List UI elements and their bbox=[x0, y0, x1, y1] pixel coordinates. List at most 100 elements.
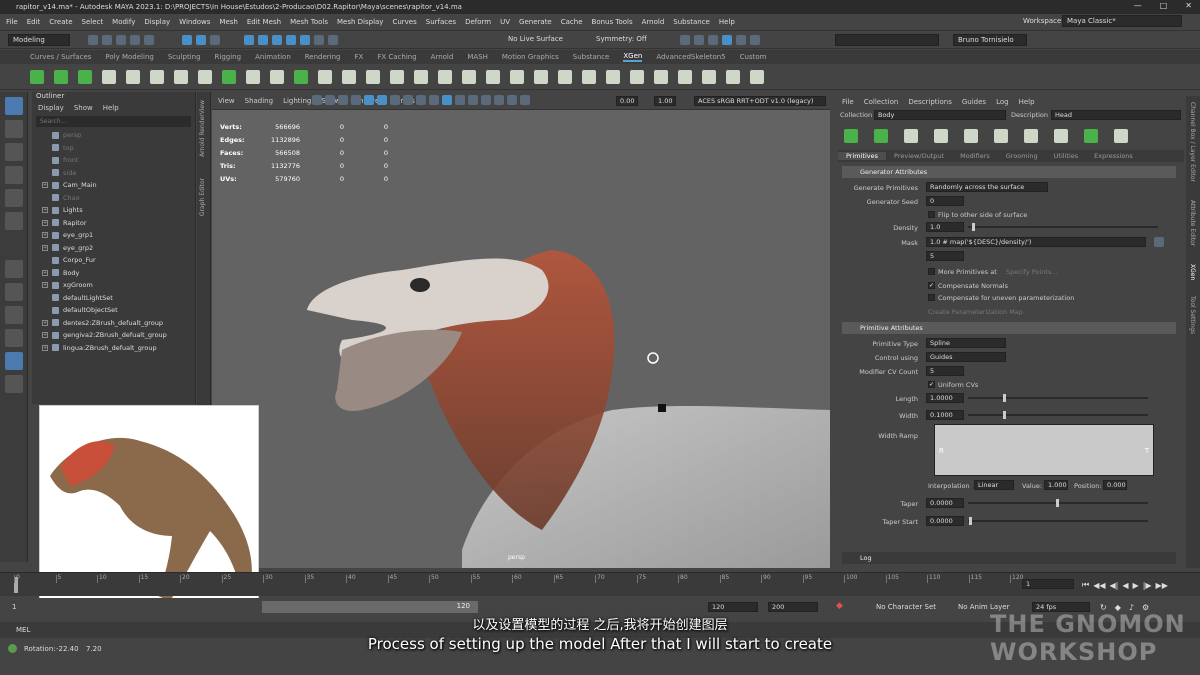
outliner-item[interactable]: top bbox=[32, 142, 195, 155]
outliner-item[interactable]: + lingua:ZBrush_defualt_group bbox=[32, 342, 195, 355]
step-forward-icon[interactable]: |▶ bbox=[1143, 581, 1152, 590]
textured-icon[interactable] bbox=[364, 95, 374, 105]
taper-start-slider[interactable] bbox=[968, 520, 1148, 522]
expand-icon[interactable]: + bbox=[42, 282, 48, 289]
outliner-item[interactable]: defaultLightSet bbox=[32, 292, 195, 305]
primitive-type-dropdown[interactable]: Spline bbox=[926, 338, 1006, 348]
search-icon[interactable] bbox=[5, 375, 23, 393]
menu-windows[interactable]: Windows bbox=[179, 18, 210, 26]
xgen-brush5-icon[interactable] bbox=[438, 69, 452, 84]
range-slider[interactable]: 120 bbox=[262, 601, 478, 613]
camera-icon[interactable] bbox=[312, 95, 322, 105]
minimize-icon[interactable]: — bbox=[1134, 1, 1142, 10]
xgen-interactive-groom-icon[interactable] bbox=[294, 69, 308, 84]
play-forward-icon[interactable]: ▶ bbox=[1133, 581, 1139, 590]
xgen-editor-icon[interactable] bbox=[30, 69, 44, 84]
symmetry-label[interactable]: Symmetry: Off bbox=[596, 35, 647, 43]
go-to-start-icon[interactable]: ⏮ bbox=[1082, 580, 1089, 590]
playback-end-field[interactable]: 120 bbox=[708, 602, 758, 612]
menu-mesh-display[interactable]: Mesh Display bbox=[337, 18, 383, 26]
xgen-guide-add-icon[interactable] bbox=[102, 69, 116, 84]
expand-icon[interactable]: + bbox=[42, 232, 48, 239]
undo-icon[interactable] bbox=[130, 35, 140, 45]
outliner-menu-help[interactable]: Help bbox=[103, 104, 119, 112]
xgen-tab-primitives[interactable]: Primitives bbox=[838, 152, 887, 160]
lock-icon[interactable] bbox=[314, 35, 324, 45]
pause-icon[interactable] bbox=[750, 35, 760, 45]
primitive-attributes-header[interactable]: Primitive Attributes bbox=[842, 322, 1176, 334]
command-search-field[interactable] bbox=[835, 34, 939, 46]
width-slider-handle[interactable] bbox=[1003, 411, 1006, 419]
generator-seed-field[interactable]: 0 bbox=[926, 196, 964, 206]
channel-box-tab[interactable]: Channel Box / Layer Editor bbox=[1189, 102, 1196, 182]
expand-icon[interactable]: + bbox=[42, 182, 48, 189]
xgen-preview-icon[interactable] bbox=[54, 69, 68, 84]
outliner-menu-display[interactable]: Display bbox=[38, 104, 64, 112]
ramp-position-field[interactable]: 0.000 bbox=[1103, 480, 1127, 490]
density-slider-handle[interactable] bbox=[972, 223, 975, 231]
xgen-noise-icon[interactable] bbox=[270, 69, 284, 84]
lasso-tool-icon[interactable] bbox=[5, 120, 23, 138]
xgen-guide-move-icon[interactable] bbox=[126, 69, 140, 84]
viewport-menu-shading[interactable]: Shading bbox=[245, 97, 273, 105]
xgen-menu-guides[interactable]: Guides bbox=[962, 98, 986, 106]
xgen-tab[interactable]: XGen bbox=[1189, 264, 1196, 280]
step-back-key-icon[interactable]: ◀◀ bbox=[1093, 581, 1105, 590]
compensate-normals-checkbox[interactable]: ✓ bbox=[928, 282, 935, 289]
close-icon[interactable]: ✕ bbox=[1185, 1, 1192, 10]
shelf-tab-motion-graphics[interactable]: Motion Graphics bbox=[502, 53, 559, 61]
xgen-brush2-icon[interactable] bbox=[366, 69, 380, 84]
width-ramp-editor[interactable]: R T bbox=[934, 424, 1154, 476]
live-surface-label[interactable]: No Live Surface bbox=[508, 35, 563, 43]
shelf-tab-arnold[interactable]: Arnold bbox=[431, 53, 454, 61]
xgen-brush9-icon[interactable] bbox=[534, 69, 548, 84]
outliner-item[interactable]: defaultObjectSet bbox=[32, 304, 195, 317]
menu-help[interactable]: Help bbox=[719, 18, 735, 26]
snap-surface-icon[interactable] bbox=[300, 35, 310, 45]
auto-key-icon[interactable]: ◆ bbox=[836, 601, 843, 611]
menu-file[interactable]: File bbox=[6, 18, 18, 26]
xgen-guide-cv-icon[interactable] bbox=[994, 129, 1008, 143]
shelf-tab-xgen[interactable]: XGen bbox=[623, 52, 643, 62]
anim-start-field[interactable]: 1 bbox=[12, 603, 16, 611]
xgen-brush3-icon[interactable] bbox=[390, 69, 404, 84]
specify-points-button[interactable]: Specify Points... bbox=[1006, 268, 1057, 276]
modifier-cv-field[interactable]: 5 bbox=[926, 366, 964, 376]
smooth-shade-icon[interactable] bbox=[351, 95, 361, 105]
render-settings-icon[interactable] bbox=[708, 35, 718, 45]
xgen-menu-descriptions[interactable]: Descriptions bbox=[908, 98, 952, 106]
rotate-tool-icon[interactable] bbox=[5, 189, 23, 207]
shelf-tab-rigging[interactable]: Rigging bbox=[215, 53, 242, 61]
ramp-value-field[interactable]: 1.000 bbox=[1044, 480, 1068, 490]
step-forward-key-icon[interactable]: ▶▶ bbox=[1156, 581, 1168, 590]
play-back-icon[interactable]: ◀ bbox=[1122, 581, 1128, 590]
flip-checkbox[interactable] bbox=[928, 211, 935, 218]
expand-icon[interactable]: + bbox=[42, 219, 48, 226]
xgen-guide-length-icon[interactable] bbox=[198, 69, 212, 84]
select-tool-icon[interactable] bbox=[5, 97, 23, 115]
xgen-brush13-icon[interactable] bbox=[630, 69, 644, 84]
move-tool-icon[interactable] bbox=[5, 166, 23, 184]
taper-start-field[interactable]: 0.0000 bbox=[926, 516, 964, 526]
xgen-tab-grooming[interactable]: Grooming bbox=[998, 152, 1046, 160]
menu-select[interactable]: Select bbox=[82, 18, 104, 26]
outliner-layout-icon[interactable] bbox=[5, 352, 23, 370]
xgen-brush8-icon[interactable] bbox=[510, 69, 524, 84]
viewport-menu-view[interactable]: View bbox=[218, 97, 235, 105]
menu-deform[interactable]: Deform bbox=[465, 18, 491, 26]
snap-grid-icon[interactable] bbox=[244, 35, 254, 45]
log-header[interactable]: Log bbox=[842, 552, 1176, 564]
taper-field[interactable]: 0.0000 bbox=[926, 498, 964, 508]
xgen-tab-modifiers[interactable]: Modifiers bbox=[952, 152, 998, 160]
density-field[interactable]: 1.0 bbox=[926, 222, 964, 232]
outliner-item[interactable]: persp bbox=[32, 129, 195, 142]
xgen-collection-icon[interactable] bbox=[78, 69, 92, 84]
outliner-item[interactable]: side bbox=[32, 167, 195, 180]
attribute-editor-tab[interactable]: Attribute Editor bbox=[1189, 200, 1196, 246]
shadows-icon[interactable] bbox=[390, 95, 400, 105]
more-primitives-checkbox[interactable] bbox=[928, 268, 935, 275]
shelf-tab-sculpting[interactable]: Sculpting bbox=[168, 53, 201, 61]
xgen-curves-to-guides-icon[interactable] bbox=[1084, 129, 1098, 143]
shelf-tab-custom[interactable]: Custom bbox=[740, 53, 767, 61]
menu-mesh-tools[interactable]: Mesh Tools bbox=[290, 18, 328, 26]
